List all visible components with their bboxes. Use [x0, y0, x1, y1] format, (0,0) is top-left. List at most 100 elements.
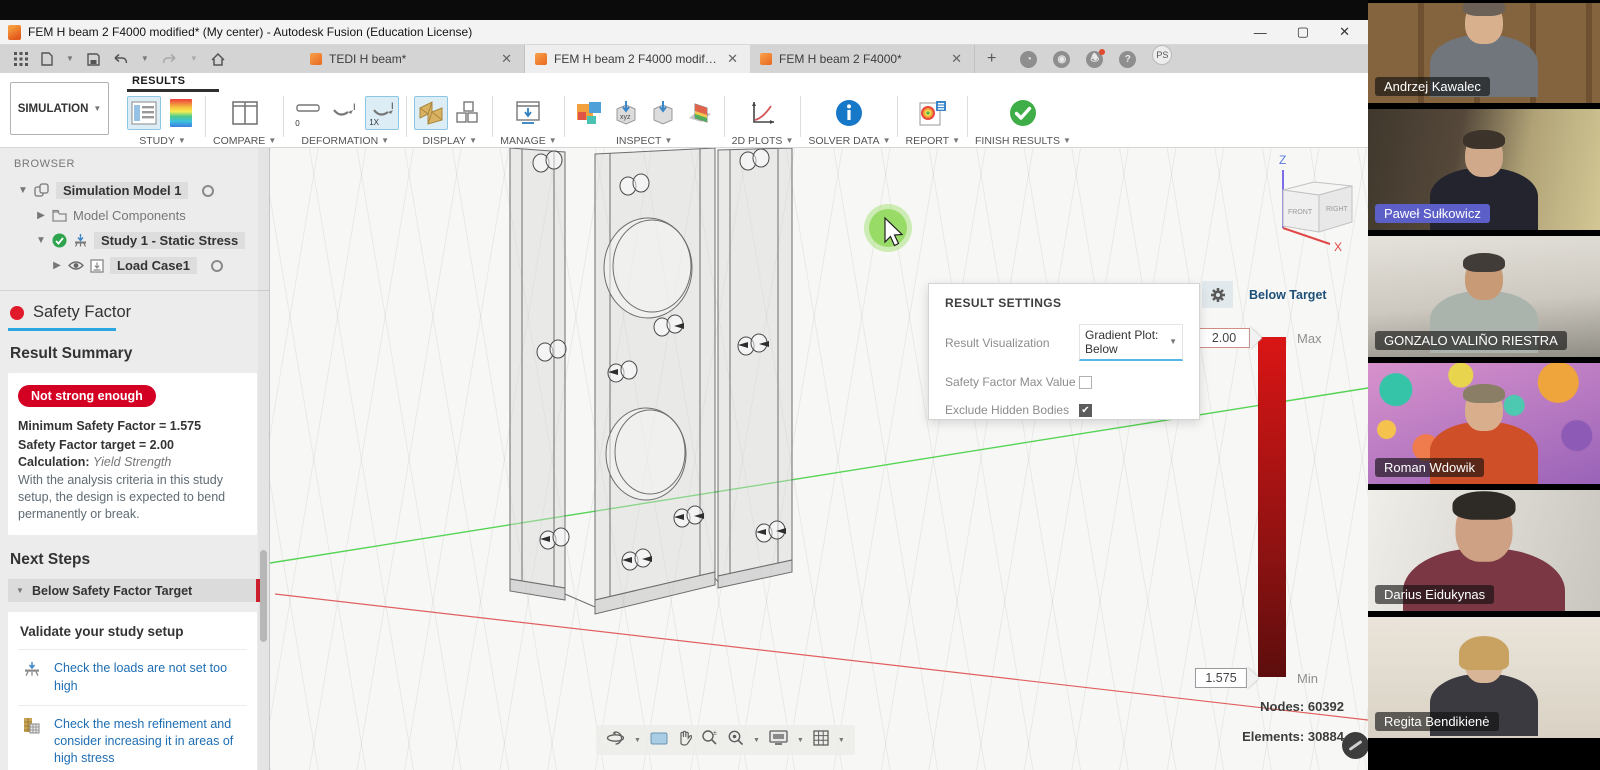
participant-tile[interactable]: Paweł Sułkowicz	[1368, 109, 1600, 230]
plot-curve-icon[interactable]	[746, 96, 780, 130]
max-value-checkbox[interactable]	[1079, 376, 1092, 389]
chevron-right-icon[interactable]: ▶	[52, 260, 62, 271]
legend-settings-button[interactable]	[1202, 281, 1233, 308]
results-legend-icon[interactable]	[164, 96, 198, 130]
look-at-icon[interactable]	[650, 731, 668, 750]
zoom-icon[interactable]: ±	[701, 729, 718, 751]
tab-close-icon[interactable]: ✕	[949, 51, 964, 67]
chevron-right-icon[interactable]: ▶	[36, 210, 46, 221]
slice-plane-icon[interactable]	[683, 96, 717, 130]
tab-close-icon[interactable]: ✕	[499, 51, 514, 67]
file-menu-icon[interactable]	[41, 52, 53, 66]
group-label[interactable]: COMPARE	[213, 135, 265, 147]
inspect-point-xyz-icon[interactable]: xyz	[609, 96, 643, 130]
notifications-bell-icon[interactable]: 🕭	[1086, 51, 1103, 68]
panel-scrollbar-track[interactable]	[258, 148, 269, 770]
chevron-down-icon[interactable]: ▼	[36, 235, 46, 246]
radio-icon[interactable]	[202, 185, 214, 197]
solver-info-icon[interactable]	[832, 96, 866, 130]
document-tab-2-active[interactable]: FEM H beam 2 F4000 modified* ✕	[525, 45, 750, 73]
viewcube-front-label[interactable]: FRONT	[1288, 209, 1313, 216]
participant-tile[interactable]: GONZALO VALIÑO RIESTRA	[1368, 236, 1600, 357]
mesh-display-icon[interactable]	[414, 96, 448, 130]
group-label[interactable]: INSPECT	[616, 135, 662, 147]
document-tab-1[interactable]: TEDI H beam* ✕	[300, 45, 525, 73]
below-target-section-header[interactable]: ▼ Below Safety Factor Target	[8, 579, 257, 602]
help-icon[interactable]: ?	[1119, 51, 1136, 68]
chevron-down-icon[interactable]: ▼	[18, 185, 28, 196]
display-settings-icon[interactable]	[769, 730, 788, 750]
visibility-eye-icon[interactable]	[68, 260, 84, 271]
legend-min-value[interactable]: 1.575	[1195, 668, 1247, 688]
close-icon[interactable]: ✕	[1339, 24, 1350, 40]
participant-tile[interactable]: Andrzej Kawalec	[1368, 3, 1600, 103]
step-link[interactable]: Check the loads are not set too high	[54, 660, 245, 695]
h-beam-model[interactable]	[510, 148, 792, 614]
report-icon[interactable]	[916, 96, 950, 130]
redo-icon[interactable]	[162, 53, 177, 65]
viewport-3d[interactable]: Z FRONT RIGHT X	[270, 148, 1368, 770]
home-icon[interactable]	[211, 53, 225, 66]
file-caret-icon[interactable]: ▼	[66, 55, 74, 63]
legend-min-tag[interactable]: 1.575	[1195, 667, 1259, 689]
finish-results-check-icon[interactable]	[1006, 96, 1040, 130]
next-step-item[interactable]: Check the mesh refinement and consider i…	[18, 705, 247, 770]
chevron-down-icon[interactable]: ▼	[634, 737, 641, 744]
participant-tile[interactable]: Roman Wdowik	[1368, 363, 1600, 484]
maximize-icon[interactable]: ▢	[1297, 24, 1309, 40]
job-status-icon[interactable]: ◔	[1020, 51, 1037, 68]
group-label[interactable]: REPORT	[905, 135, 949, 147]
chevron-down-icon[interactable]: ▼	[753, 737, 760, 744]
undo-caret-icon[interactable]: ▼	[141, 55, 149, 63]
visualization-dropdown[interactable]: Gradient Plot: Below ▼	[1079, 324, 1183, 361]
user-avatar[interactable]: PS	[1152, 45, 1172, 65]
participant-tile[interactable]: Darius Eidukynas	[1368, 490, 1600, 611]
inspect-probe-icon[interactable]	[646, 96, 680, 130]
tree-item-load-case[interactable]: ▶ Load Case1	[0, 253, 269, 278]
step-link[interactable]: Check the mesh refinement and consider i…	[54, 716, 245, 768]
next-step-item[interactable]: Check the loads are not set too high	[18, 649, 247, 705]
workspace-selector[interactable]: SIMULATION ▼	[10, 82, 109, 135]
view-cube[interactable]: Z FRONT RIGHT X	[1279, 153, 1352, 254]
extensions-icon[interactable]: ◉	[1053, 51, 1070, 68]
radio-icon[interactable]	[211, 260, 223, 272]
compare-icon[interactable]	[228, 96, 262, 130]
chevron-down-icon[interactable]: ▼	[838, 737, 845, 744]
fit-icon[interactable]	[727, 729, 744, 751]
manage-icon[interactable]	[511, 96, 545, 130]
tree-item-simulation-model[interactable]: ▼ Simulation Model 1	[0, 178, 269, 203]
legend-max-tag[interactable]: 2.00	[1198, 327, 1262, 349]
group-label[interactable]: SOLVER DATA	[808, 135, 879, 147]
tree-item-model-components[interactable]: ▶ Model Components	[0, 203, 269, 228]
grid-display-icon[interactable]	[451, 96, 485, 130]
participant-tile[interactable]: Regita Bendikienė	[1368, 617, 1600, 738]
ribbon-tab-results[interactable]: RESULTS	[132, 75, 185, 87]
grid-settings-icon[interactable]	[813, 730, 829, 751]
save-icon[interactable]	[87, 53, 100, 66]
tree-item-study[interactable]: ▼ Study 1 - Static Stress	[0, 228, 269, 253]
legend-color-bar[interactable]	[1258, 337, 1286, 677]
deformation-actual-icon[interactable]: I	[328, 96, 362, 130]
feedback-fab-button[interactable]	[1342, 732, 1368, 759]
tab-close-icon[interactable]: ✕	[725, 51, 740, 67]
redo-caret-icon[interactable]: ▼	[190, 55, 198, 63]
group-label[interactable]: DISPLAY	[422, 135, 466, 147]
chevron-down-icon[interactable]: ▼	[797, 737, 804, 744]
orbit-icon[interactable]	[606, 730, 625, 751]
group-label[interactable]: DEFORMATION	[301, 135, 378, 147]
group-label[interactable]: 2D PLOTS	[732, 135, 783, 147]
viewcube-right-label[interactable]: RIGHT	[1326, 206, 1349, 213]
group-label[interactable]: FINISH RESULTS	[975, 135, 1060, 147]
inspect-results-icon[interactable]	[572, 96, 606, 130]
document-tab-3[interactable]: FEM H beam 2 F4000* ✕	[750, 45, 975, 73]
group-label[interactable]: MANAGE	[500, 135, 546, 147]
deformation-undeformed-icon[interactable]: 0	[291, 96, 325, 130]
legend-max-value[interactable]: 2.00	[1198, 328, 1250, 348]
deformation-scale-icon[interactable]: I1X	[365, 96, 399, 130]
minimize-icon[interactable]: —	[1254, 25, 1267, 40]
exclude-hidden-checkbox[interactable]: ✔	[1079, 404, 1092, 417]
app-grid-icon[interactable]	[14, 52, 28, 66]
simplify-study-icon[interactable]	[127, 96, 161, 130]
group-label[interactable]: STUDY	[139, 135, 175, 147]
undo-icon[interactable]	[113, 53, 128, 65]
